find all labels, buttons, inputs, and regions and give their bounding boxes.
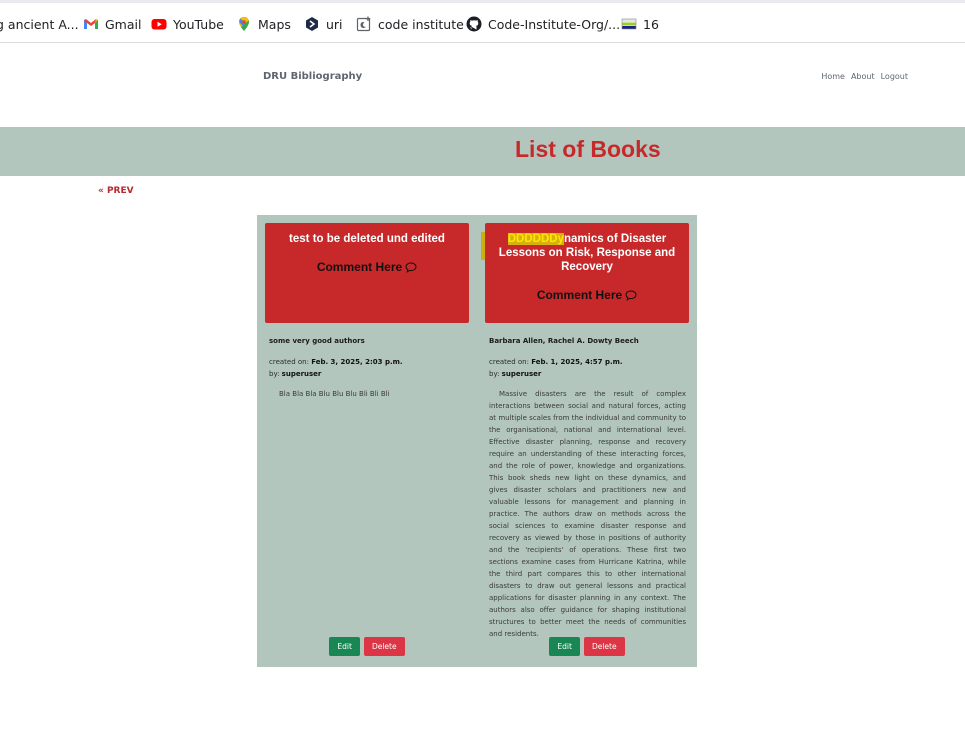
- by-label: by:: [269, 370, 280, 378]
- bookmark-ancient[interactable]: g ancient A...: [0, 14, 79, 34]
- bookmark-label: 16: [643, 16, 659, 32]
- bookmark-label: Code-Institute-Org/...: [488, 16, 621, 32]
- bookmark-gmail[interactable]: Gmail: [83, 14, 141, 34]
- bookmark-label: Maps: [258, 16, 291, 32]
- book-card: test to be deleted und edited Comment He…: [265, 215, 469, 667]
- edit-button[interactable]: Edit: [329, 637, 360, 656]
- book-meta: created on: Feb. 1, 2025, 4:57 p.m. by: …: [489, 356, 623, 380]
- bookmark-label: Gmail: [105, 16, 142, 32]
- bookmark-label: g ancient A...: [0, 16, 79, 32]
- delete-button[interactable]: Delete: [363, 637, 405, 656]
- book-description: Massive disasters are the result of comp…: [489, 390, 686, 638]
- comment-link[interactable]: Comment Here: [317, 260, 417, 274]
- book-card: DDDDDDynamics of Disaster Lessons on Ris…: [481, 215, 689, 667]
- bookmark-maps[interactable]: Maps: [236, 14, 291, 34]
- nav-home-link[interactable]: Home: [821, 72, 845, 81]
- folder-flag-icon: [621, 18, 637, 30]
- book-actions: Edit Delete: [265, 637, 469, 656]
- created-by: superuser: [281, 370, 322, 378]
- gmail-icon: [84, 19, 98, 29]
- hex-icon: [306, 17, 318, 31]
- bookmark-youtube[interactable]: YouTube: [151, 14, 224, 34]
- nav-about-link[interactable]: About: [851, 72, 875, 81]
- bookmark-label: YouTube: [173, 16, 224, 32]
- bookmark-uri[interactable]: uri: [304, 14, 343, 34]
- maps-icon: [239, 17, 249, 31]
- bookmark-label: code institute: [378, 16, 464, 32]
- comment-label: Comment Here: [536, 288, 623, 302]
- bookmark-label: uri: [326, 16, 343, 32]
- speech-bubble-icon: [405, 261, 417, 273]
- bookmark-folder-16[interactable]: 16: [621, 14, 659, 34]
- created-date: Feb. 3, 2025, 2:03 p.m.: [311, 358, 403, 366]
- book-authors: Barbara Allen, Rachel A. Dowty Beech: [489, 337, 639, 345]
- bookmarks-bar: g ancient A... Gmail YouTube Maps uri co…: [0, 0, 965, 43]
- book-title[interactable]: DDDDDDynamics of Disaster Lessons on Ris…: [487, 232, 687, 274]
- by-label: by:: [489, 370, 500, 378]
- created-date: Feb. 1, 2025, 4:57 p.m.: [531, 358, 623, 366]
- book-meta: created on: Feb. 3, 2025, 2:03 p.m. by: …: [269, 356, 403, 380]
- book-card-header: DDDDDDynamics of Disaster Lessons on Ris…: [481, 223, 689, 323]
- bookmark-code-institute[interactable]: code institute: [356, 14, 464, 34]
- comment-label: Comment Here: [316, 260, 403, 274]
- prev-page-link[interactable]: « PREV: [98, 186, 134, 196]
- title-band: [0, 127, 965, 176]
- brand-logo[interactable]: DRU Bibliography: [263, 71, 362, 82]
- nav-links: Home About Logout: [821, 72, 908, 81]
- book-authors: some very good authors: [269, 337, 365, 345]
- book-card-header: test to be deleted und edited Comment He…: [265, 223, 469, 323]
- created-label: created on:: [489, 358, 529, 366]
- speech-bubble-icon: [625, 289, 637, 301]
- bookmark-github[interactable]: Code-Institute-Org/...: [466, 14, 620, 34]
- highlight-marker: [481, 232, 485, 260]
- youtube-icon: [151, 19, 167, 30]
- edit-button[interactable]: Edit: [549, 637, 580, 656]
- created-label: created on:: [269, 358, 309, 366]
- comment-link[interactable]: Comment Here: [537, 288, 637, 302]
- created-by: superuser: [501, 370, 542, 378]
- nav-logout-link[interactable]: Logout: [881, 72, 908, 81]
- page-title: List of Books: [515, 136, 661, 162]
- code-institute-icon: [356, 16, 371, 32]
- github-icon: [466, 16, 482, 32]
- delete-button[interactable]: Delete: [583, 637, 625, 656]
- books-list: test to be deleted und edited Comment He…: [257, 215, 697, 667]
- book-actions: Edit Delete: [485, 637, 689, 656]
- book-title-highlight: DDDDDDy: [507, 233, 564, 245]
- book-description: Bla Bla Bla Blu Blu Blu Bli Bli Bli: [279, 390, 390, 398]
- book-title[interactable]: test to be deleted und edited: [267, 232, 467, 246]
